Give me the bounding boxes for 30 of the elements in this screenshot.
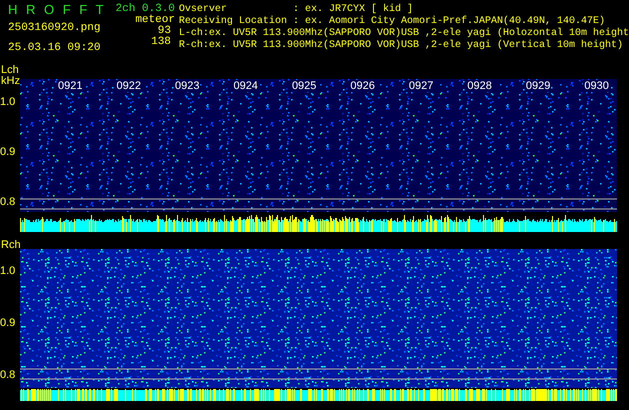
time-label: 0927 xyxy=(408,80,434,92)
time-label: 0923 xyxy=(174,80,200,92)
info-line: Receiving Location : ex. Aomori City Aomori-Pref.JAPAN(40.49N, 140.47E) xyxy=(178,16,606,28)
axis-label: 1.0 xyxy=(0,96,16,108)
axis-label: 0.8 xyxy=(0,369,16,381)
channel-label: Rch xyxy=(1,239,21,251)
meteor-count: 93 xyxy=(158,26,172,37)
axis-label: 1.0 xyxy=(0,265,16,277)
axis-label: 0.8 xyxy=(0,196,16,208)
date-time: 25.03.16 09:20 xyxy=(8,42,102,54)
version-label: 2ch 0.3.0 xyxy=(116,3,175,15)
meteor-count: 138 xyxy=(151,37,172,48)
time-label: 0930 xyxy=(583,80,610,92)
time-label: 0921 xyxy=(57,80,84,92)
info-line: L-ch:ex. UV5R 113.900Mhz(SAPPORO VOR)USB ,2-ele yagi (Holozontal 10m height xyxy=(178,28,629,40)
time-label: 0928 xyxy=(466,80,493,92)
axis-label: 0.9 xyxy=(0,317,16,329)
file-name: 2503160920.png xyxy=(8,22,102,34)
time-label: 0924 xyxy=(232,80,259,92)
time-label: 0925 xyxy=(290,80,318,92)
time-label: 0922 xyxy=(115,80,142,92)
time-label: 0929 xyxy=(524,80,552,92)
axis-label: 0.9 xyxy=(0,146,16,158)
meteor-label: meteor xyxy=(135,15,175,26)
unit-label: kHz xyxy=(1,75,20,87)
time-label: 0926 xyxy=(349,80,376,92)
info-line: R-ch:ex. UV5R 113.900Mhz(SAPPORO VOR)USB ,2-ele yagi (Vertical 10m height) xyxy=(178,40,624,52)
info-line: Ovserver : ex. JR7CYX [ kid ] xyxy=(178,4,414,16)
channel-label: Lch xyxy=(1,64,19,76)
app-title: H R O F F T xyxy=(8,2,105,18)
